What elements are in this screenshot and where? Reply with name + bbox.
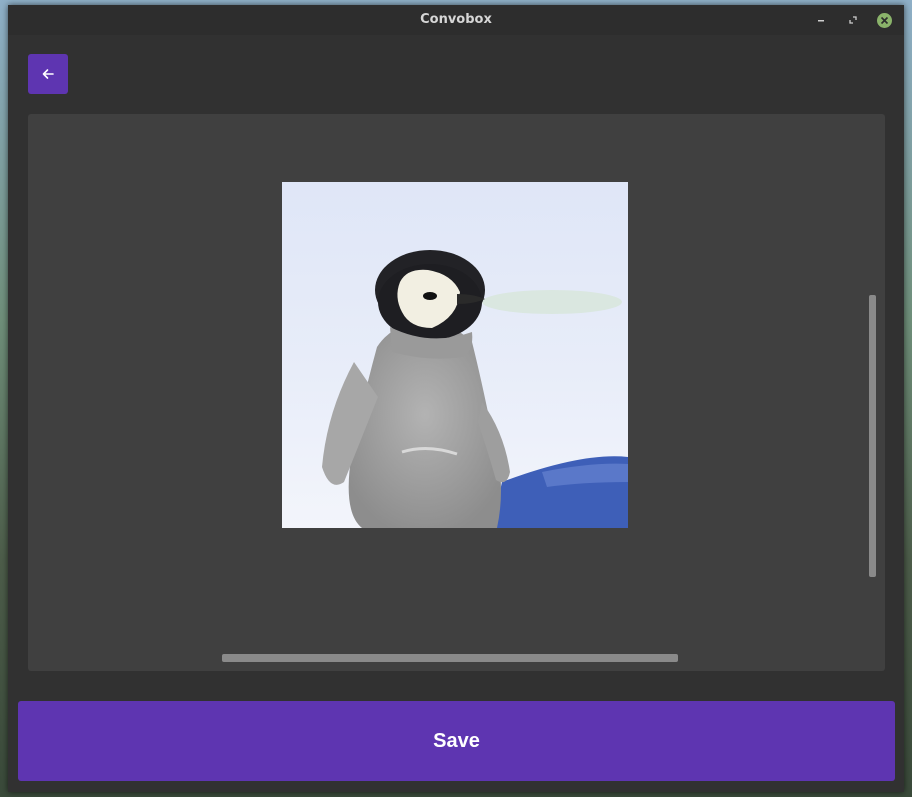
image-viewer[interactable] <box>28 114 885 671</box>
penguin-photo <box>282 182 628 528</box>
maximize-icon <box>849 16 857 24</box>
arrow-left-icon <box>42 69 54 79</box>
maximize-button[interactable] <box>846 13 860 27</box>
vertical-scrollbar[interactable] <box>869 295 876 577</box>
window-title: Convobox <box>420 12 492 27</box>
app-window: Convobox Save <box>8 5 904 792</box>
close-button[interactable] <box>877 13 892 28</box>
back-button[interactable] <box>28 54 68 94</box>
title-bar[interactable]: Convobox <box>8 5 904 35</box>
save-button[interactable]: Save <box>18 701 895 781</box>
minimize-button[interactable] <box>814 13 828 27</box>
minimize-icon <box>818 20 824 22</box>
close-icon <box>880 16 889 25</box>
horizontal-scrollbar[interactable] <box>222 654 678 662</box>
